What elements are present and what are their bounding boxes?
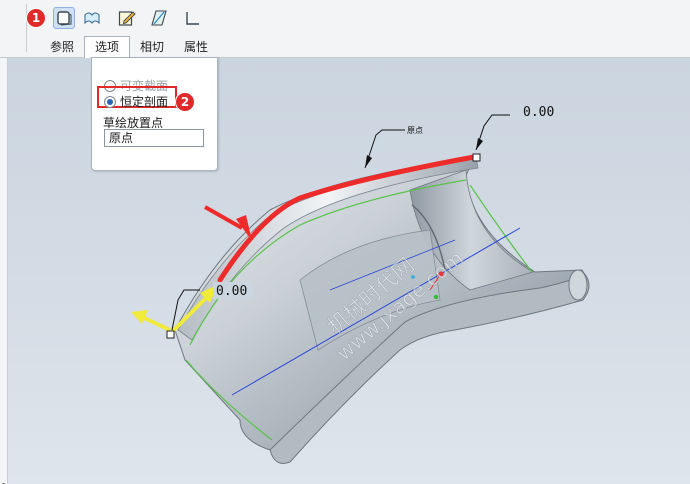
dim-value-left[interactable]: 0.00 xyxy=(216,284,247,299)
radio-selected-dot xyxy=(107,98,113,105)
radio-constant-button[interactable] xyxy=(104,95,116,108)
radio-constant-section[interactable]: 恒定剖面 xyxy=(104,93,168,110)
start-point-marker[interactable] xyxy=(166,330,175,339)
dim-arrow-top xyxy=(476,138,483,150)
options-panel: 可变截面 恒定剖面 草绘放置点 原点 xyxy=(91,57,218,171)
red-pointer-arrow xyxy=(204,205,243,230)
placement-field[interactable]: 原点 xyxy=(104,129,204,147)
origin-leader-arrow xyxy=(365,155,372,168)
origin-leader xyxy=(364,129,405,169)
step-badge-2: 2 xyxy=(175,92,195,112)
dim-leader-top xyxy=(475,114,510,151)
end-point-marker[interactable] xyxy=(472,153,481,162)
csys-y-dot xyxy=(433,294,439,300)
radio-constant-label: 恒定剖面 xyxy=(120,95,169,109)
origin-label: 原点 xyxy=(407,126,423,135)
dim-value-top[interactable]: 0.00 xyxy=(523,105,554,120)
model-rim-end xyxy=(568,269,588,301)
